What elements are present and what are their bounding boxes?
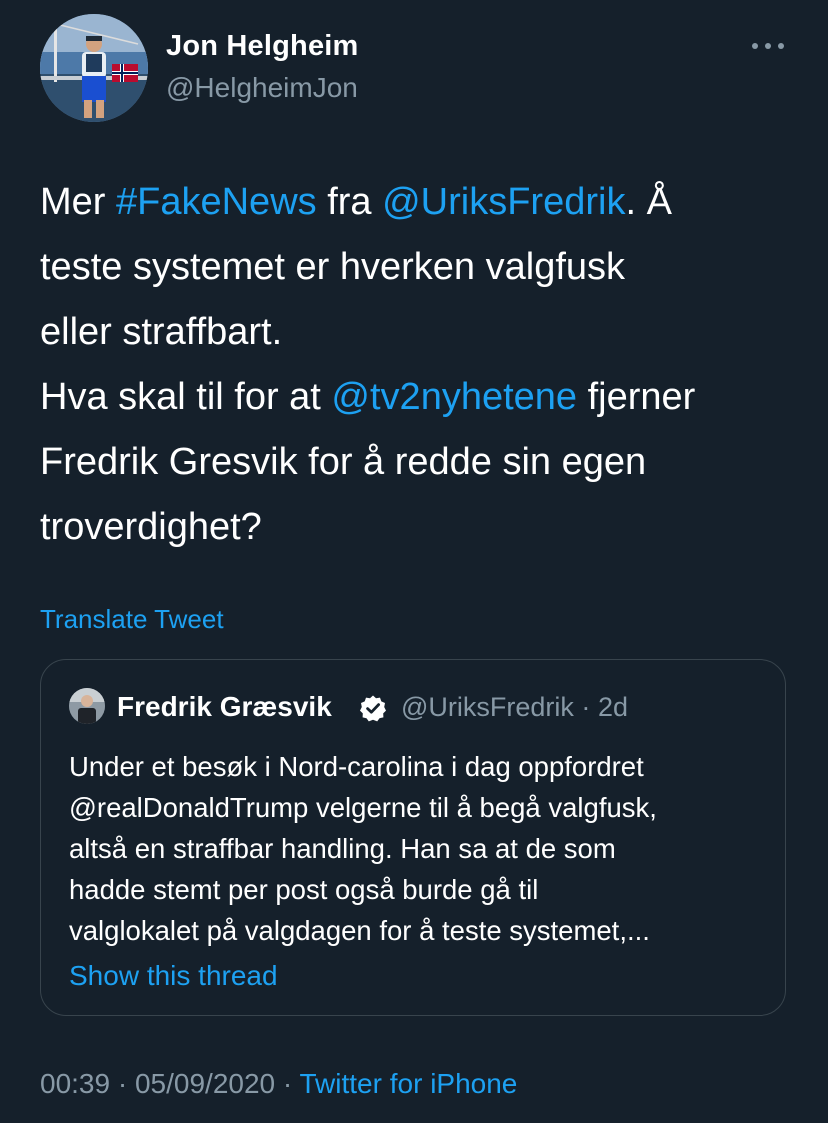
quoted-author-avatar[interactable] (69, 688, 105, 724)
tweet-text-line: Hva skal til for at @tv2nyhetene fjerner (40, 365, 800, 430)
quoted-author-handle[interactable]: @UriksFredrik (401, 692, 574, 722)
quoted-tweet-line: valglokalet på valgdagen for å teste sys… (69, 915, 650, 946)
tweet-time[interactable]: 00:39 (40, 1068, 110, 1099)
author-avatar-photo (40, 14, 148, 122)
meta-separator: · (282, 1068, 293, 1099)
tweet-source-link[interactable]: Twitter for iPhone (300, 1068, 518, 1099)
tweet-text-segment: Hva skal til for at (40, 376, 332, 418)
tweet-text-segment: fra (316, 181, 383, 223)
author-name[interactable]: Jon Helgheim (166, 30, 359, 63)
quoted-author-name[interactable]: Fredrik Græsvik (117, 691, 332, 723)
tweet-timestamp-row: 00:39 · 05/09/2020 · Twitter for iPhone (40, 1068, 517, 1100)
quoted-tweet-line: Under et besøk i Nord-carolina i dag opp… (69, 751, 644, 782)
tweet-date[interactable]: 05/09/2020 (135, 1068, 275, 1099)
tweet-text-line: eller straffbart. (40, 300, 800, 365)
author-handle[interactable]: @HelgheimJon (166, 72, 358, 104)
tweet-text-line: teste systemet er hverken valgfusk (40, 235, 800, 300)
quoted-tweet-card[interactable]: Fredrik Græsvik @UriksFredrik · 2d Under… (40, 659, 786, 1016)
hashtag-link[interactable]: #FakeNews (116, 181, 317, 223)
verified-badge-icon (360, 695, 386, 722)
tweet-text-segment: . Å (625, 181, 672, 223)
quoted-tweet-line: altså en straffbar handling. Han sa at d… (69, 833, 616, 864)
tweet-text-segment: teste systemet er hverken valgfusk (40, 246, 626, 288)
tweet-text-line: Fredrik Gresvik for å redde sin egen (40, 430, 800, 495)
more-horizontal-icon (752, 43, 784, 49)
author-avatar[interactable] (40, 14, 148, 122)
tweet-text-segment: eller straffbart. (40, 311, 283, 353)
quoted-tweet-line: hadde stemt per post også burde gå til (69, 874, 539, 905)
quoted-tweet-text: Under et besøk i Nord-carolina i dag opp… (69, 746, 769, 951)
quoted-tweet-line: @realDonaldTrump velgerne til å begå val… (69, 792, 657, 823)
mention-link[interactable]: @tv2nyhetene (331, 376, 577, 418)
tweet-text-line: troverdighet? (40, 495, 800, 560)
mention-link[interactable]: @UriksFredrik (382, 181, 625, 223)
quoted-author-avatar-photo (69, 688, 105, 724)
meta-separator: · (117, 1068, 128, 1099)
more-options-button[interactable] (748, 36, 788, 56)
show-thread-link[interactable]: Show this thread (69, 960, 278, 992)
quoted-tweet-meta: @UriksFredrik · 2d (401, 692, 628, 723)
quoted-tweet-age: 2d (597, 692, 628, 722)
tweet-text-segment: troverdighet? (40, 506, 262, 548)
tweet-header: Jon Helgheim @HelgheimJon (40, 14, 788, 122)
tweet-text-line: Mer #FakeNews fra @UriksFredrik. Å (40, 170, 800, 235)
meta-separator: · (581, 692, 591, 722)
tweet-text-segment: fjerner (577, 376, 696, 418)
tweet-text-segment: Fredrik Gresvik for å redde sin egen (40, 441, 647, 483)
tweet-text-segment: Mer (40, 181, 116, 223)
translate-tweet-link[interactable]: Translate Tweet (40, 604, 224, 635)
tweet-text: Mer #FakeNews fra @UriksFredrik. Å teste … (40, 170, 800, 560)
